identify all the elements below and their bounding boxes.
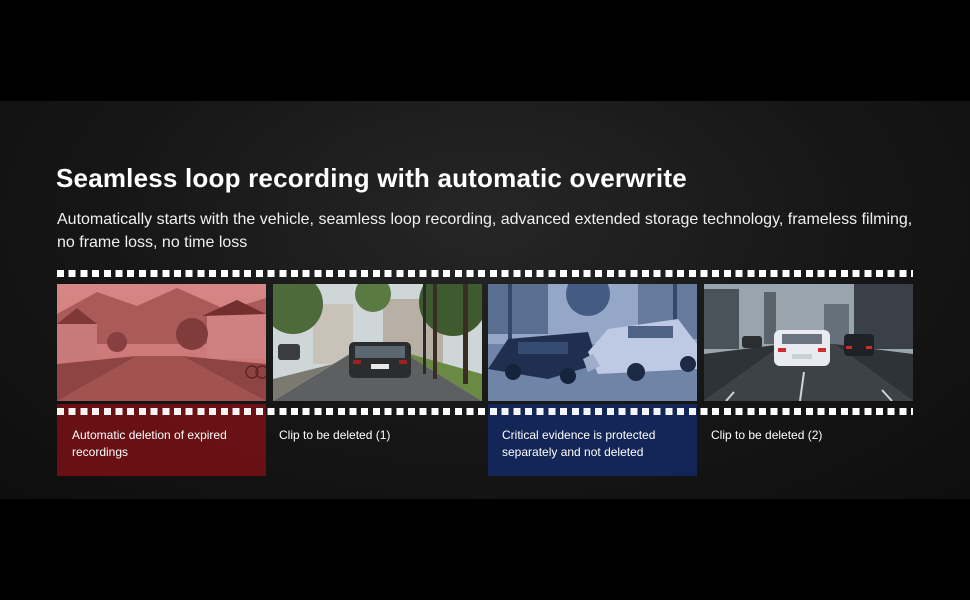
page-subtitle: Automatically starts with the vehicle, s… xyxy=(57,211,913,251)
clip-thumbnail-4 xyxy=(704,284,913,401)
page-title: Seamless loop recording with automatic o… xyxy=(56,163,687,193)
rainy-city-street-image xyxy=(704,284,913,401)
film-perforation-top xyxy=(57,270,913,277)
clip-thumbnail-3 xyxy=(488,284,697,401)
clip-caption-2: Clip to be deleted (1) xyxy=(279,428,391,442)
clip-caption-4: Clip to be deleted (2) xyxy=(711,428,823,442)
tree-lined-road-image xyxy=(273,284,482,401)
clip-caption-1: Automatic deletion of expired recordings xyxy=(72,428,227,459)
clip-thumbnail-2 xyxy=(273,284,482,401)
clip-caption-3: Critical evidence is protected separatel… xyxy=(502,428,656,459)
clip-thumbnail-1 xyxy=(57,284,266,401)
film-perforation-bottom-overlay xyxy=(57,408,913,415)
